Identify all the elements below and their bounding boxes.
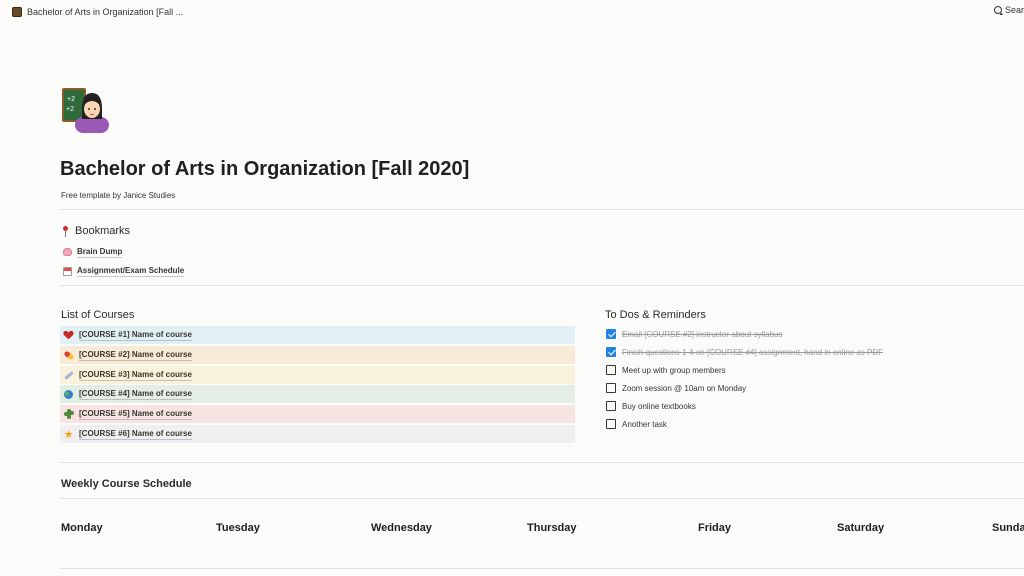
syringe-icon <box>63 370 74 381</box>
day-sunday: Sunday <box>992 522 1024 534</box>
course-row-5[interactable]: [COURSE #5] Name of course <box>60 405 575 423</box>
todo-checkbox[interactable] <box>606 419 616 429</box>
todo-checkbox[interactable] <box>606 347 616 357</box>
todo-checkbox[interactable] <box>606 383 616 393</box>
svg-text:+2: +2 <box>67 96 75 103</box>
bookmarks-heading: Bookmarks <box>61 225 130 237</box>
course-label: [COURSE #3] Name of course <box>79 369 192 381</box>
day-tuesday: Tuesday <box>216 522 260 534</box>
todo-item-3: Meet up with group members <box>606 365 726 375</box>
globe-icon <box>63 389 74 400</box>
course-row-1[interactable]: [COURSE #1] Name of course <box>60 326 575 344</box>
todo-label[interactable]: Meet up with group members <box>622 366 726 375</box>
course-label: [COURSE #4] Name of course <box>79 388 192 400</box>
course-label: [COURSE #1] Name of course <box>79 329 192 341</box>
page-title: Bachelor of Arts in Organization [Fall 2… <box>60 158 470 180</box>
bookmark-label: Assignment/Exam Schedule <box>77 266 185 277</box>
brain-icon <box>63 248 72 256</box>
course-label: [COURSE #5] Name of course <box>79 408 192 420</box>
pushpin-icon <box>61 225 70 237</box>
todo-checkbox[interactable] <box>606 329 616 339</box>
search-label: Search <box>1005 5 1024 15</box>
divider <box>60 568 1024 569</box>
course-label: [COURSE #2] Name of course <box>79 349 192 361</box>
todo-label[interactable]: Another task <box>622 420 667 429</box>
page-subtitle: Free template by Janice Studies <box>61 191 176 200</box>
divider <box>60 498 1024 499</box>
day-friday: Friday <box>698 522 732 534</box>
todo-item-4: Zoom session @ 10am on Monday <box>606 383 746 393</box>
divider <box>60 209 1024 210</box>
divider <box>60 285 1024 286</box>
todo-label[interactable]: Finish questions 1-4 on [COURSE #4] assi… <box>622 348 883 357</box>
bookmark-brain-dump[interactable]: Brain Dump <box>63 246 123 258</box>
day-thursday: Thursday <box>527 522 577 534</box>
heart-icon <box>63 330 74 341</box>
page-icon <box>12 7 22 17</box>
todos-heading: To Dos & Reminders <box>605 309 706 321</box>
course-row-3[interactable]: [COURSE #3] Name of course <box>60 366 575 384</box>
day-monday: Monday <box>61 522 103 534</box>
weekly-schedule-heading: Weekly Course Schedule <box>61 478 192 490</box>
todo-checkbox[interactable] <box>606 365 616 375</box>
todo-item-5: Buy online textbooks <box>606 401 696 411</box>
courses-heading: List of Courses <box>61 309 135 321</box>
day-saturday: Saturday <box>837 522 885 534</box>
todo-item-2: Finish questions 1-4 on [COURSE #4] assi… <box>606 347 883 357</box>
bookmark-assignment-exam-schedule[interactable]: Assignment/Exam Schedule <box>63 265 185 277</box>
teacher-emoji-icon[interactable]: +2 +2 <box>61 85 109 133</box>
breadcrumb-page-title[interactable]: Bachelor of Arts in Organization [Fall .… <box>27 7 183 17</box>
search-icon <box>994 6 1002 14</box>
star-icon: ★ <box>63 427 74 441</box>
todo-item-1: Email [COURSE #2] instructor about sylla… <box>606 329 783 339</box>
todo-label[interactable]: Email [COURSE #2] instructor about sylla… <box>622 330 783 339</box>
todo-label[interactable]: Buy online textbooks <box>622 402 696 411</box>
top-bar: Bachelor of Arts in Organization [Fall .… <box>0 0 1024 24</box>
bookmarks-heading-label: Bookmarks <box>75 225 131 237</box>
bookmark-label: Brain Dump <box>77 247 123 258</box>
course-row-6[interactable]: ★ [COURSE #6] Name of course <box>60 425 575 443</box>
pill-icon <box>62 350 75 361</box>
svg-text:+2: +2 <box>66 106 74 113</box>
divider <box>60 462 1024 463</box>
calendar-icon <box>63 266 72 276</box>
day-wednesday: Wednesday <box>371 522 432 534</box>
todo-item-6: Another task <box>606 419 667 429</box>
todo-checkbox[interactable] <box>606 401 616 411</box>
course-label: [COURSE #6] Name of course <box>79 428 192 440</box>
cactus-icon <box>63 409 74 420</box>
course-row-4[interactable]: [COURSE #4] Name of course <box>60 385 575 403</box>
todo-label[interactable]: Zoom session @ 10am on Monday <box>622 384 746 393</box>
course-row-2[interactable]: [COURSE #2] Name of course <box>60 346 575 364</box>
search-button[interactable]: Search <box>994 5 1024 15</box>
